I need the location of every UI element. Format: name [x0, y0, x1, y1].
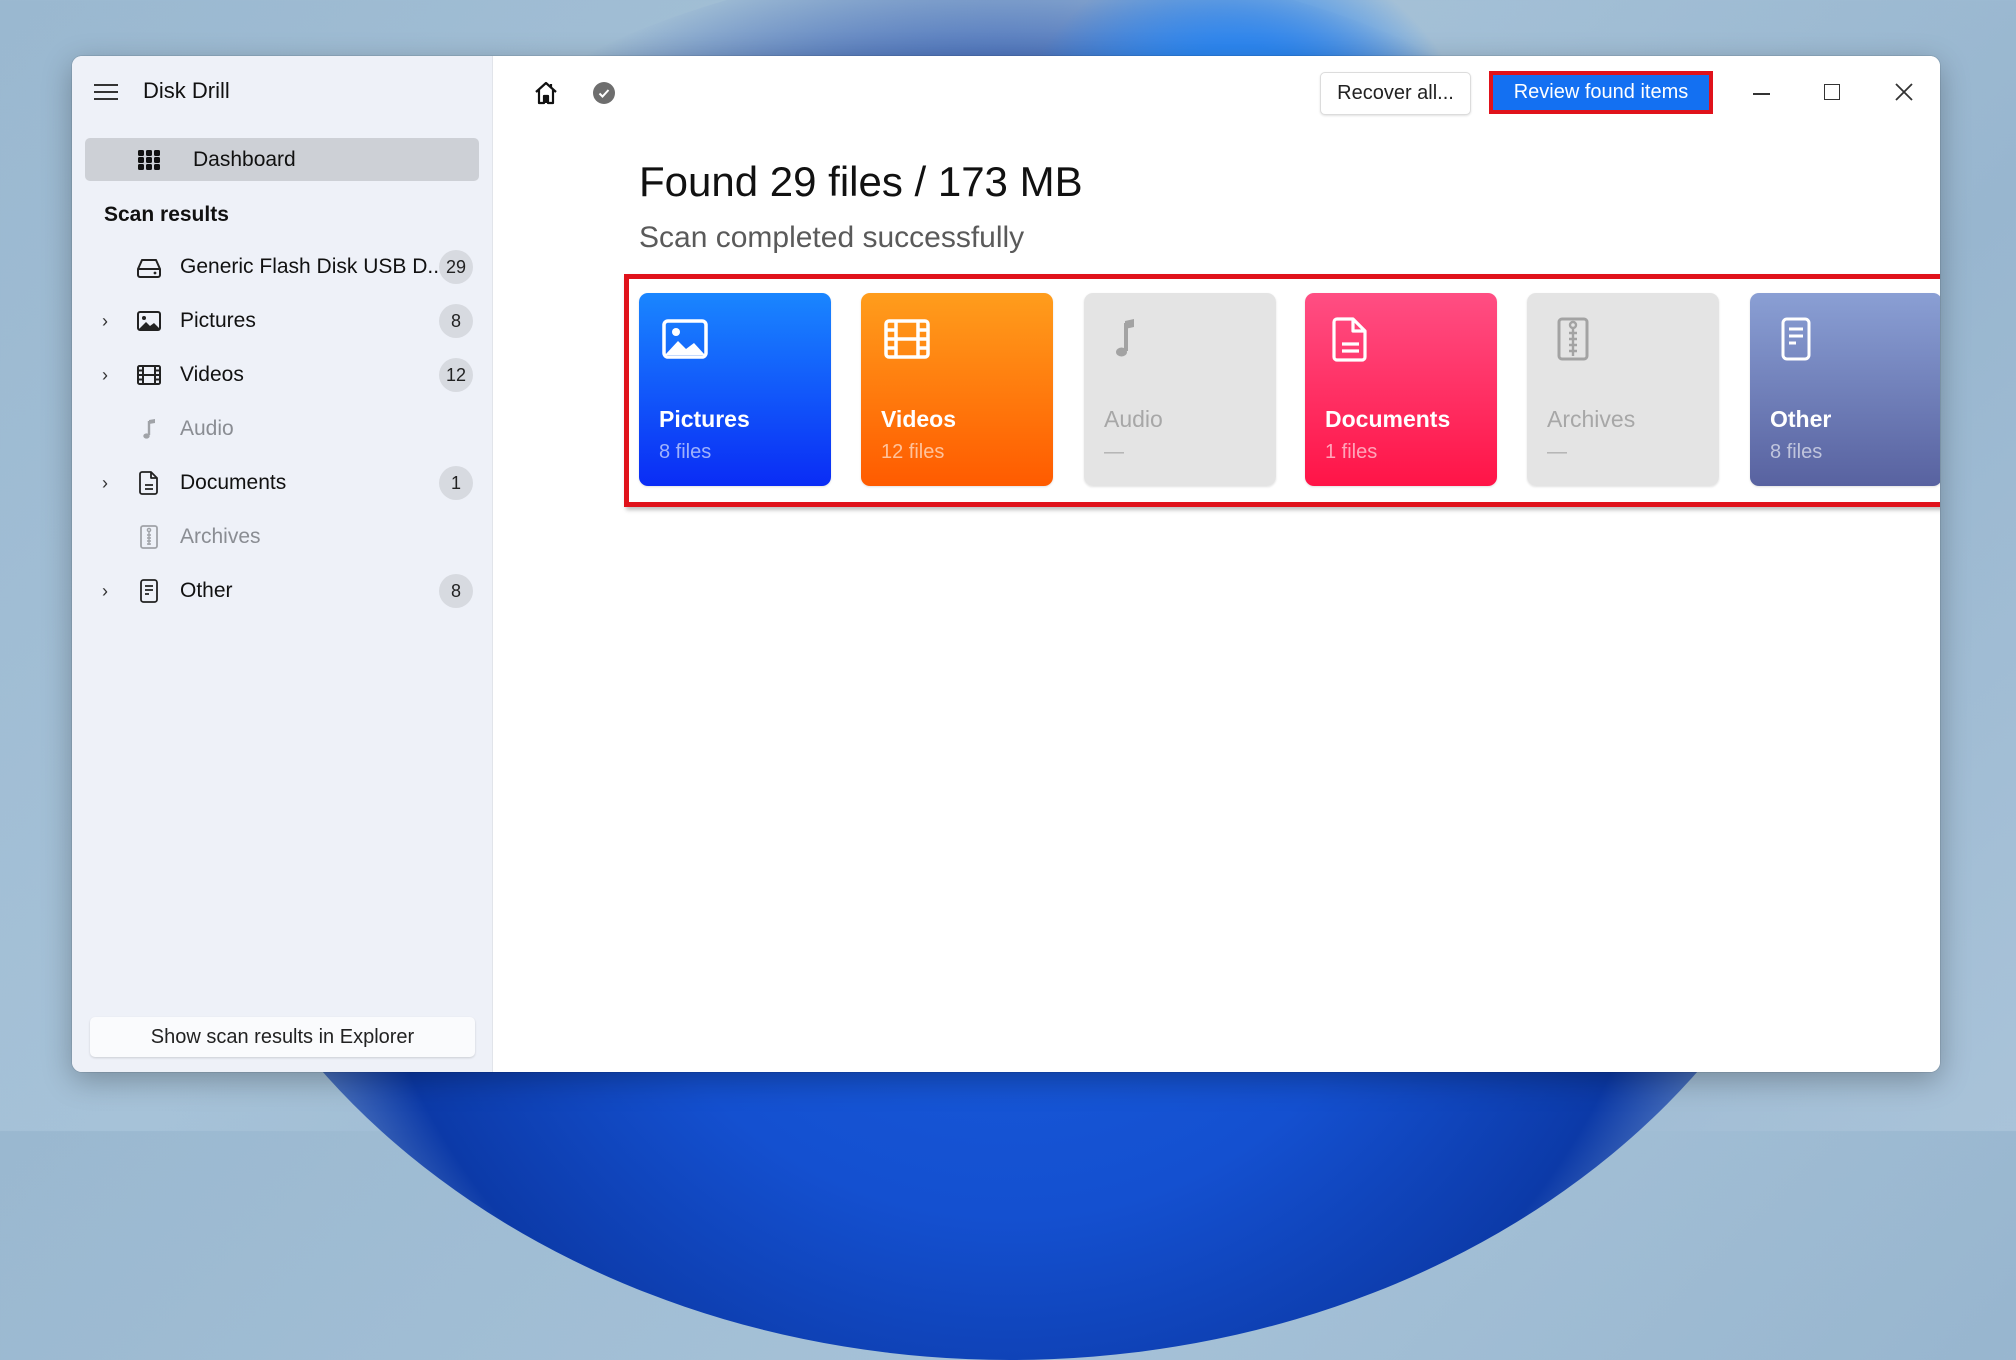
- picture-icon: [136, 308, 162, 334]
- sidebar-item-drive[interactable]: Generic Flash Disk USB D... 29: [72, 243, 492, 291]
- chevron-right-icon[interactable]: ›: [102, 311, 116, 332]
- minimize-icon[interactable]: [1741, 76, 1781, 110]
- category-card-other[interactable]: Other 8 files: [1750, 293, 1940, 486]
- chevron-right-icon[interactable]: ›: [102, 473, 116, 494]
- card-title: Other: [1770, 406, 1832, 432]
- close-icon[interactable]: [1884, 76, 1924, 110]
- card-title: Videos: [881, 406, 956, 432]
- card-count: —: [1104, 441, 1124, 463]
- home-icon[interactable]: [533, 80, 559, 106]
- document-icon: [1327, 315, 1375, 363]
- chevron-right-icon[interactable]: ›: [102, 365, 116, 386]
- scan-status: Scan completed successfully: [639, 221, 1025, 254]
- review-found-items-button[interactable]: Review found items: [1493, 75, 1709, 110]
- card-title: Documents: [1325, 406, 1451, 432]
- page-title: Found 29 files / 173 MB: [639, 158, 1083, 205]
- scan-complete-check-icon[interactable]: [593, 82, 615, 104]
- film-icon: [883, 315, 931, 363]
- sidebar: Disk Drill Dashboard Scan results Generi…: [72, 56, 493, 1072]
- sidebar-item-label: Dashboard: [193, 148, 296, 171]
- document-icon: [136, 470, 162, 496]
- sidebar-item-label: Videos: [180, 363, 244, 386]
- sidebar-item-label: Archives: [180, 525, 261, 548]
- app-window: Disk Drill Dashboard Scan results Generi…: [72, 56, 1940, 1072]
- scan-results-heading: Scan results: [104, 203, 229, 226]
- chevron-right-icon[interactable]: ›: [102, 581, 116, 602]
- music-note-icon: [136, 416, 162, 442]
- category-card-videos[interactable]: Videos 12 files: [861, 293, 1053, 486]
- archive-zip-icon: [136, 524, 162, 550]
- grid-icon: [138, 150, 160, 170]
- other-file-icon: [1772, 315, 1820, 363]
- sidebar-item-documents[interactable]: › Documents 1: [72, 459, 492, 507]
- card-count: 1 files: [1325, 441, 1378, 463]
- count-badge: 1: [439, 466, 473, 500]
- category-card-audio[interactable]: Audio —: [1084, 293, 1276, 486]
- sidebar-item-label: Audio: [180, 417, 234, 440]
- count-badge: 8: [439, 304, 473, 338]
- count-badge: 12: [439, 358, 473, 392]
- main-panel: Recover all... Review found items Found …: [493, 56, 1940, 1072]
- count-badge: 29: [439, 250, 473, 284]
- card-title: Audio: [1104, 406, 1163, 432]
- other-file-icon: [136, 578, 162, 604]
- card-count: 12 files: [881, 441, 945, 463]
- category-card-archives[interactable]: Archives —: [1527, 293, 1719, 486]
- sidebar-item-audio[interactable]: Audio: [72, 405, 492, 453]
- sidebar-item-label: Pictures: [180, 309, 256, 332]
- sidebar-item-pictures[interactable]: › Pictures 8: [72, 297, 492, 345]
- sidebar-item-videos[interactable]: › Videos 12: [72, 351, 492, 399]
- maximize-icon[interactable]: [1812, 76, 1852, 110]
- card-count: 8 files: [659, 441, 712, 463]
- hamburger-menu-icon[interactable]: [94, 82, 120, 102]
- sidebar-item-label: Documents: [180, 471, 287, 494]
- sidebar-item-dashboard[interactable]: Dashboard: [85, 138, 479, 181]
- review-highlight-frame: Review found items: [1489, 71, 1713, 114]
- sidebar-item-label: Other: [180, 579, 233, 602]
- film-icon: [136, 362, 162, 388]
- card-count: —: [1547, 441, 1567, 463]
- category-card-pictures[interactable]: Pictures 8 files: [639, 293, 831, 486]
- sidebar-item-archives[interactable]: Archives: [72, 513, 492, 561]
- count-badge: 8: [439, 574, 473, 608]
- show-in-explorer-button[interactable]: Show scan results in Explorer: [90, 1017, 475, 1057]
- card-title: Archives: [1547, 406, 1636, 432]
- app-title: Disk Drill: [143, 78, 230, 103]
- card-count: 8 files: [1770, 441, 1823, 463]
- archive-zip-icon: [1549, 315, 1597, 363]
- sidebar-item-label: Generic Flash Disk USB D...: [180, 255, 445, 278]
- category-card-documents[interactable]: Documents 1 files: [1305, 293, 1497, 486]
- drive-icon: [136, 254, 162, 280]
- sidebar-item-other[interactable]: › Other 8: [72, 567, 492, 615]
- music-note-icon: [1106, 315, 1154, 363]
- picture-icon: [661, 315, 709, 363]
- card-title: Pictures: [659, 406, 750, 432]
- recover-all-button[interactable]: Recover all...: [1320, 72, 1471, 115]
